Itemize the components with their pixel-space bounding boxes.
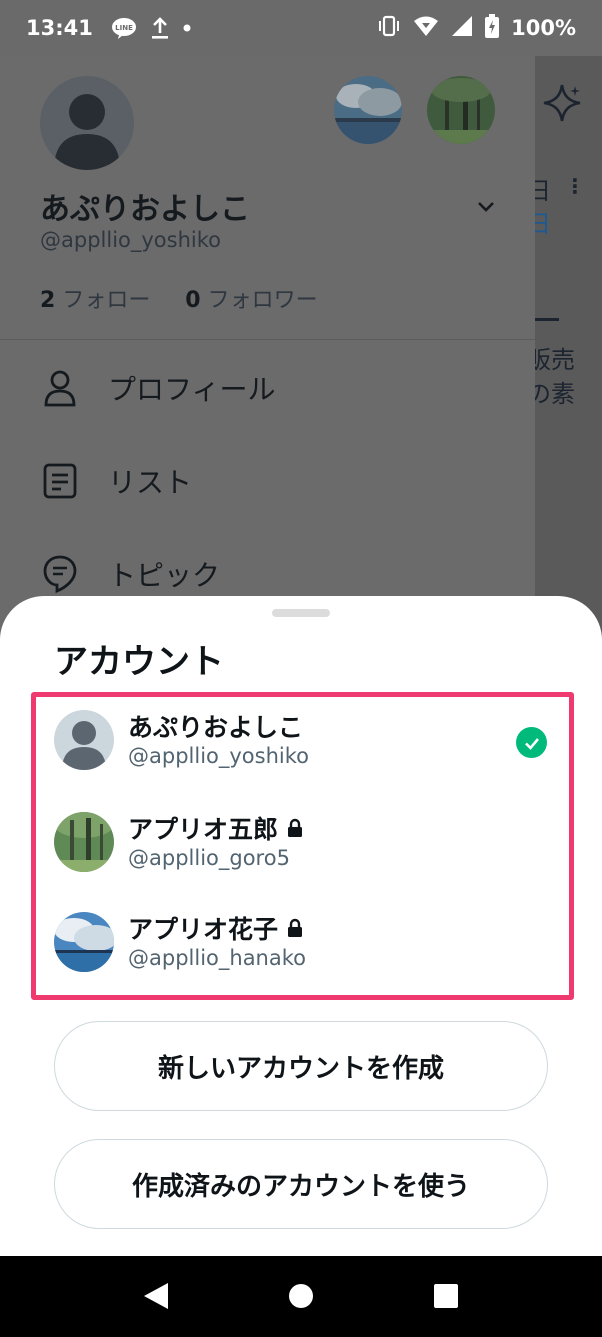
- menu-item-lists[interactable]: リスト: [40, 461, 192, 501]
- account-row-goro[interactable]: アプリオ五郎 @appllio_goro5: [54, 800, 554, 884]
- menu-item-label: トピック: [108, 559, 221, 592]
- create-account-button[interactable]: 新しいアカウントを作成: [54, 1021, 548, 1111]
- more-dots-icon: ⋮: [565, 174, 585, 198]
- account-row-hanako[interactable]: アプリオ花子 @appllio_hanako: [54, 900, 554, 984]
- followers-link[interactable]: 0 フォロワー: [185, 288, 317, 313]
- avatar: [54, 812, 114, 872]
- notification-dot-icon: [183, 24, 191, 32]
- home-icon[interactable]: [285, 1280, 317, 1312]
- lock-icon: [286, 918, 304, 938]
- drawer-display-name: あぷりおよしこ: [40, 192, 250, 227]
- vibrate-icon: [377, 15, 401, 42]
- avatar: [54, 912, 114, 972]
- profile-avatar[interactable]: [40, 76, 134, 170]
- account-thumb-sky[interactable]: [334, 76, 402, 144]
- back-icon[interactable]: [140, 1280, 172, 1312]
- topic-icon: [40, 554, 80, 594]
- battery-icon: [485, 13, 500, 43]
- recents-icon[interactable]: [430, 1280, 462, 1312]
- account-name: あぷりおよしこ: [128, 713, 304, 742]
- sheet-drag-handle[interactable]: [272, 609, 330, 617]
- status-bar: 13:41 LINE 100%: [0, 0, 602, 56]
- account-thumb-forest[interactable]: [427, 76, 495, 144]
- system-nav-bar: [0, 1256, 602, 1337]
- drawer-handle: @appllio_yoshiko: [40, 228, 222, 252]
- drawer-divider: [0, 339, 535, 340]
- account-handle: @appllio_yoshiko: [128, 744, 310, 768]
- account-name: アプリオ五郎: [128, 810, 304, 846]
- timeline-text-1: 日: [535, 177, 551, 205]
- menu-item-label: リスト: [108, 466, 193, 499]
- battery-percent: 100%: [511, 16, 576, 40]
- status-time: 13:41: [26, 16, 93, 40]
- account-name: アプリオ花子: [128, 910, 304, 946]
- person-icon: [40, 368, 80, 408]
- timeline-text-3: 販売: [535, 346, 575, 374]
- lock-icon: [286, 818, 304, 838]
- following-link[interactable]: 2 フォロー: [40, 288, 150, 313]
- timeline-rule: [535, 318, 559, 321]
- line-badge-text: LINE: [115, 24, 133, 32]
- account-handle: @appllio_goro5: [128, 846, 290, 870]
- follow-stats: 2 フォロー 0 フォロワー: [40, 282, 318, 314]
- check-icon: [516, 727, 547, 758]
- avatar: [54, 710, 114, 770]
- account-row-yoshiko[interactable]: あぷりおよしこ @appllio_yoshiko: [54, 698, 554, 782]
- sheet-title: アカウント: [54, 642, 224, 682]
- menu-item-label: プロフィール: [108, 373, 276, 406]
- list-icon: [40, 461, 80, 501]
- upload-icon: [151, 17, 169, 39]
- chevron-down-icon[interactable]: [474, 194, 498, 222]
- sparkle-icon: [541, 82, 583, 128]
- timeline-text-2: 日: [535, 210, 551, 238]
- menu-item-profile[interactable]: プロフィール: [40, 368, 275, 408]
- line-app-icon: LINE: [111, 17, 137, 39]
- wifi-icon: [413, 15, 439, 42]
- menu-item-topics[interactable]: トピック: [40, 554, 220, 594]
- account-sheet: アカウント あぷりおよしこ @appllio_yoshiko アプリオ五郎 @a…: [0, 596, 602, 1256]
- signal-icon: [451, 15, 473, 42]
- timeline-text-4: の素: [535, 380, 575, 408]
- use-existing-account-button[interactable]: 作成済みのアカウントを使う: [54, 1139, 548, 1229]
- account-handle: @appllio_hanako: [128, 946, 306, 970]
